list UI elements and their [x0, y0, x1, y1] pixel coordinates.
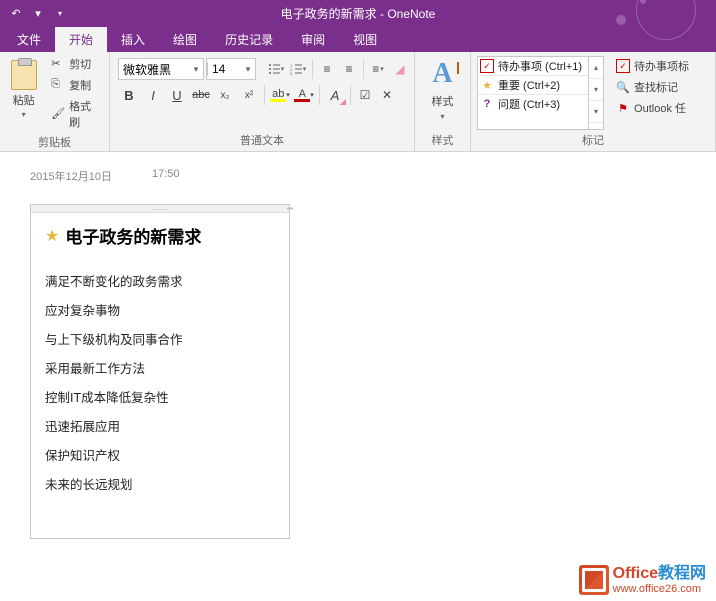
tab-file[interactable]: 文件	[3, 27, 55, 52]
group-styles: A 样式 ▾ 样式	[415, 52, 471, 151]
tab-review[interactable]: 审阅	[287, 27, 339, 52]
group-text: 微软雅黑 ▾ 14 ▾ 123 ≡ ≡ ≡ ◢	[110, 52, 415, 151]
tab-home[interactable]: 开始	[55, 27, 107, 52]
ribbon: 粘贴 ▾ ✂剪切 ⎘复制 🖌格式刷 剪贴板 微软雅黑 ▾ 14 ▾	[0, 52, 716, 152]
watermark-brand: Office教程网	[613, 565, 706, 583]
todo-tag-button[interactable]: ✓待办事项标	[612, 56, 693, 76]
page-canvas[interactable]: 2015年12月10日 17:50 ⋯⋯ ★ 电子政务的新需求 满足不断变化的政…	[0, 152, 716, 549]
paste-label: 粘贴	[13, 92, 35, 108]
undo-icon[interactable]: ↶	[8, 6, 24, 22]
italic-button[interactable]: I	[142, 84, 164, 106]
group-clipboard: 粘贴 ▾ ✂剪切 ⎘复制 🖌格式刷 剪贴板	[0, 52, 110, 151]
styles-icon: A	[432, 58, 452, 90]
todo-checkbox-icon[interactable]: ☑	[355, 85, 375, 105]
superscript-button[interactable]: x²	[238, 84, 260, 106]
note-title-row: ★ 电子政务的新需求	[45, 223, 275, 248]
styles-button[interactable]: A 样式 ▾	[419, 54, 466, 124]
format-painter-button[interactable]: 🖌格式刷	[47, 96, 105, 132]
copy-icon: ⎘	[51, 78, 65, 92]
brush-icon: 🖌	[51, 107, 65, 121]
delete-icon[interactable]: ✕	[377, 85, 397, 105]
checkbox-icon: ✓	[480, 59, 494, 73]
paste-icon	[11, 60, 37, 90]
font-color-button[interactable]: A▾	[293, 84, 315, 106]
redo-dropdown-icon[interactable]: ▾	[30, 6, 46, 22]
watermark: Office教程网 www.office26.com	[579, 565, 706, 595]
scissors-icon: ✂	[51, 57, 65, 71]
checkbox-icon: ✓	[616, 59, 630, 73]
star-icon: ★	[480, 78, 494, 92]
tag-nav-more[interactable]: ▾	[589, 101, 603, 123]
underline-button[interactable]: U	[166, 84, 188, 106]
tag-gallery[interactable]: ✓待办事项 (Ctrl+1) ★重要 (Ctrl+2) ?问题 (Ctrl+3)	[477, 56, 589, 130]
highlight-button[interactable]: ab▾	[269, 84, 291, 106]
font-size-selector[interactable]: 14 ▾	[206, 58, 256, 80]
window-title: 电子政务的新需求 - OneNote	[281, 5, 436, 22]
note-line[interactable]: 未来的长远规划	[45, 469, 275, 498]
star-icon: ★	[45, 226, 59, 246]
question-icon: ?	[480, 97, 494, 111]
note-title[interactable]: 电子政务的新需求	[65, 223, 201, 248]
align-icon[interactable]: ≡	[368, 59, 388, 79]
outdent-icon[interactable]: ≡	[317, 59, 337, 79]
note-content[interactable]: ★ 电子政务的新需求 满足不断变化的政务需求 应对复杂事物 与上下级机构及同事合…	[31, 213, 289, 538]
group-label-clipboard: 剪贴板	[4, 132, 105, 153]
font-name-selector[interactable]: 微软雅黑 ▾	[118, 58, 204, 80]
numbering-icon[interactable]: 123	[288, 59, 308, 79]
tag-item-question[interactable]: ?问题 (Ctrl+3)	[478, 95, 588, 113]
tag-item-important[interactable]: ★重要 (Ctrl+2)	[478, 76, 588, 95]
title-bar: ↶ ▾ ▾ 电子政务的新需求 - OneNote	[0, 0, 716, 27]
strikethrough-button[interactable]: abc	[190, 84, 212, 106]
note-line[interactable]: 保护知识产权	[45, 440, 275, 469]
group-label-tags: 标记	[475, 130, 711, 151]
note-drag-handle[interactable]: ⋯⋯	[31, 205, 289, 213]
bold-button[interactable]: B	[118, 84, 140, 106]
bullets-icon[interactable]	[266, 59, 286, 79]
tag-nav-up[interactable]: ▴	[589, 57, 603, 79]
tag-nav-down[interactable]: ▾	[589, 79, 603, 101]
group-tags: ✓待办事项 (Ctrl+1) ★重要 (Ctrl+2) ?问题 (Ctrl+3)…	[471, 52, 716, 151]
watermark-url: www.office26.com	[613, 583, 706, 595]
note-line[interactable]: 控制IT成本降低复杂性	[45, 382, 275, 411]
tab-history[interactable]: 历史记录	[211, 27, 287, 52]
group-label-styles: 样式	[419, 130, 466, 151]
note-line[interactable]: 满足不断变化的政务需求	[45, 266, 275, 295]
indent-icon[interactable]: ≡	[339, 59, 359, 79]
clear-formatting-button[interactable]: A◢	[324, 84, 346, 106]
tab-view[interactable]: 视图	[339, 27, 391, 52]
page-date: 2015年12月10日	[30, 168, 112, 184]
watermark-icon	[579, 565, 609, 595]
group-label-text: 普通文本	[114, 130, 410, 151]
page-meta: 2015年12月10日 17:50	[30, 162, 686, 204]
subscript-button[interactable]: x₂	[214, 84, 236, 106]
eraser-icon[interactable]: ◢	[390, 59, 410, 79]
outlook-tasks-button[interactable]: ⚑Outlook 任	[612, 98, 693, 118]
note-line[interactable]: 应对复杂事物	[45, 295, 275, 324]
decor-circles	[536, 0, 716, 40]
tag-item-todo[interactable]: ✓待办事项 (Ctrl+1)	[478, 57, 588, 76]
page-time: 17:50	[152, 168, 180, 184]
qat-customize-icon[interactable]: ▾	[52, 6, 68, 22]
tab-draw[interactable]: 绘图	[159, 27, 211, 52]
note-container[interactable]: ⋯⋯ ★ 电子政务的新需求 满足不断变化的政务需求 应对复杂事物 与上下级机构及…	[30, 204, 290, 539]
cut-button[interactable]: ✂剪切	[47, 54, 105, 74]
search-icon: 🔍	[616, 80, 630, 94]
paste-button[interactable]: 粘贴 ▾	[4, 54, 43, 124]
copy-button[interactable]: ⎘复制	[47, 75, 105, 95]
flag-icon: ⚑	[616, 101, 630, 115]
note-line[interactable]: 采用最新工作方法	[45, 353, 275, 382]
note-line[interactable]: 与上下级机构及同事合作	[45, 324, 275, 353]
find-tags-button[interactable]: 🔍查找标记	[612, 77, 693, 97]
tab-insert[interactable]: 插入	[107, 27, 159, 52]
svg-text:3: 3	[290, 71, 293, 75]
note-line[interactable]: 迅速拓展应用	[45, 411, 275, 440]
tag-gallery-nav: ▴ ▾ ▾	[589, 56, 604, 130]
